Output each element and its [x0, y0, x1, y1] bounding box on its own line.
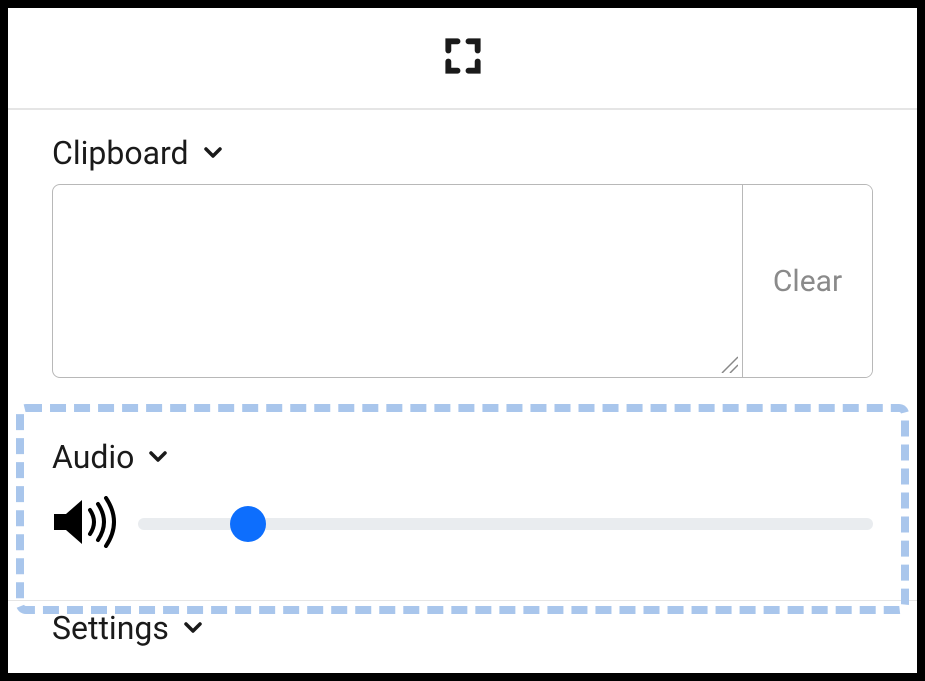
clipboard-textarea-wrap	[53, 185, 742, 377]
audio-title: Audio	[52, 438, 134, 476]
settings-header[interactable]: Settings	[52, 609, 873, 647]
clear-button[interactable]: Clear	[742, 185, 872, 377]
volume-slider-thumb[interactable]	[230, 506, 266, 542]
fullscreen-icon[interactable]	[441, 34, 485, 82]
settings-title: Settings	[52, 609, 169, 647]
top-bar	[8, 8, 917, 110]
audio-controls	[52, 496, 873, 552]
window-frame: Clipboard Clear Audio	[0, 0, 925, 681]
chevron-down-icon	[181, 609, 205, 647]
settings-section: Settings	[8, 601, 917, 647]
chevron-down-icon	[201, 134, 225, 172]
clipboard-textarea[interactable]	[53, 185, 742, 377]
audio-header[interactable]: Audio	[52, 438, 873, 476]
volume-slider[interactable]	[138, 518, 873, 530]
chevron-down-icon	[146, 438, 170, 476]
audio-section: Audio	[8, 398, 917, 600]
clipboard-body: Clear	[52, 184, 873, 378]
clipboard-section: Clipboard Clear	[8, 110, 917, 398]
volume-high-icon[interactable]	[52, 496, 120, 552]
clipboard-header[interactable]: Clipboard	[52, 134, 873, 172]
clipboard-title: Clipboard	[52, 134, 189, 172]
